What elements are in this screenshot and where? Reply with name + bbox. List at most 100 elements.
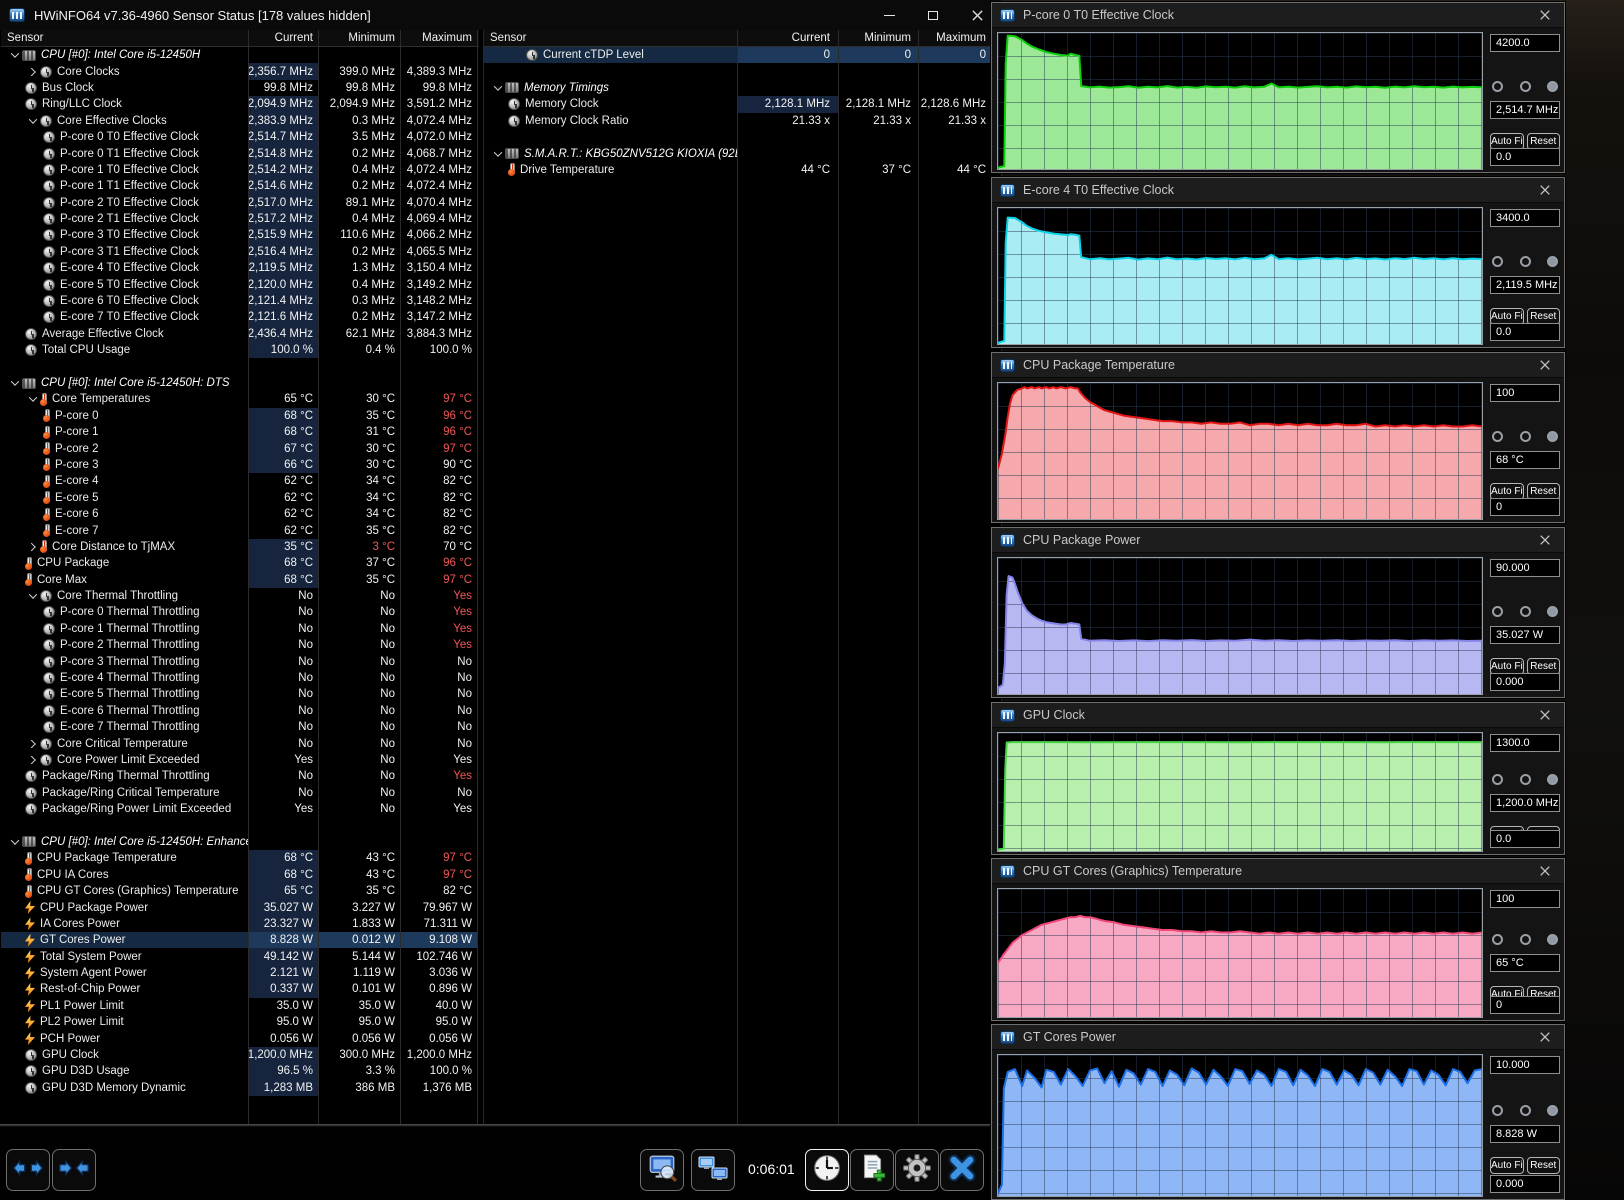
table-row[interactable]: Core Effective Clocks2,383.9 MHz0.3 MHz4…: [1, 113, 479, 129]
expander[interactable]: [490, 85, 505, 91]
scale-radio[interactable]: [1520, 774, 1531, 785]
scale-max-value[interactable]: 100: [1490, 890, 1560, 908]
column-header-current[interactable]: Current: [738, 30, 839, 46]
table-row[interactable]: P-core 1 Thermal ThrottlingNoNoYes: [1, 621, 479, 637]
table-row[interactable]: E-core 4 Thermal ThrottlingNoNoNo: [1, 670, 479, 686]
expander[interactable]: [25, 69, 40, 75]
arrows-outward-button[interactable]: [6, 1149, 50, 1191]
scale-radio-selected[interactable]: [1547, 256, 1558, 267]
column-header-maximum[interactable]: Maximum: [919, 30, 1002, 46]
table-row[interactable]: CPU IA Cores68 °C43 °C97 °C: [1, 867, 479, 883]
table-row[interactable]: E-core 5 T0 Effective Clock2,120.0 MHz0.…: [1, 276, 479, 292]
scale-radio-selected[interactable]: [1547, 1105, 1558, 1116]
scale-min-value[interactable]: 0: [1490, 996, 1560, 1014]
settings-button[interactable]: [895, 1149, 939, 1191]
scale-min-value[interactable]: 0.0: [1490, 323, 1560, 341]
graph-title-bar[interactable]: GPU Clock: [992, 703, 1564, 728]
table-row[interactable]: Average Effective Clock2,436.4 MHz62.1 M…: [1, 326, 479, 342]
table-row[interactable]: Core Power Limit ExceededYesNoYes: [1, 752, 479, 768]
table-row[interactable]: PL1 Power Limit35.0 W35.0 W40.0 W: [1, 998, 479, 1014]
clock-button[interactable]: [805, 1149, 849, 1191]
expander[interactable]: [25, 118, 40, 124]
table-row[interactable]: Core Clocks2,356.7 MHz399.0 MHz4,389.3 M…: [1, 63, 479, 79]
expander[interactable]: [25, 544, 40, 550]
table-row[interactable]: Ring/LLC Clock2,094.9 MHz2,094.9 MHz3,59…: [1, 96, 479, 112]
column-header-sensor[interactable]: Sensor: [484, 30, 738, 46]
auto-fit-button[interactable]: Auto Fit: [1490, 1157, 1524, 1174]
expander[interactable]: [7, 380, 22, 386]
table-row[interactable]: GPU Clock1,200.0 MHz300.0 MHz1,200.0 MHz: [1, 1047, 479, 1063]
table-row[interactable]: PCH Power0.056 W0.056 W0.056 W: [1, 1030, 479, 1046]
close-button[interactable]: [940, 1149, 984, 1191]
table-row[interactable]: Current cTDP Level000: [484, 47, 1001, 63]
group-row[interactable]: Memory Timings: [484, 80, 1001, 96]
scale-radio[interactable]: [1492, 1105, 1503, 1116]
table-row[interactable]: PL2 Power Limit95.0 W95.0 W95.0 W: [1, 1014, 479, 1030]
graph-title-bar[interactable]: CPU Package Power: [992, 528, 1564, 553]
group-row[interactable]: S.M.A.R.T.: KBG50ZNV512G KIOXIA (92B...: [484, 145, 1001, 161]
graph-title-bar[interactable]: GT Cores Power: [992, 1025, 1564, 1050]
table-row[interactable]: E-core 462 °C34 °C82 °C: [1, 473, 479, 489]
table-row[interactable]: E-core 762 °C35 °C82 °C: [1, 522, 479, 538]
table-row[interactable]: Core Distance to TjMAX35 °C3 °C70 °C: [1, 539, 479, 555]
table-row[interactable]: System Agent Power2.121 W1.119 W3.036 W: [1, 965, 479, 981]
table-row[interactable]: P-core 0 Thermal ThrottlingNoNoYes: [1, 604, 479, 620]
scale-min-value[interactable]: 0: [1490, 498, 1560, 516]
scale-radio[interactable]: [1492, 256, 1503, 267]
table-row[interactable]: Total System Power49.142 W5.144 W102.746…: [1, 948, 479, 964]
table-row[interactable]: P-core 3 T1 Effective Clock2,516.4 MHz0.…: [1, 244, 479, 260]
scale-min-value[interactable]: 0.0: [1490, 830, 1560, 848]
group-row[interactable]: CPU [#0]: Intel Core i5-12450H: [1, 47, 479, 63]
close-button[interactable]: [1530, 860, 1560, 882]
remote-monitoring-button[interactable]: [691, 1149, 735, 1191]
table-row[interactable]: E-core 662 °C34 °C82 °C: [1, 506, 479, 522]
scale-radio-selected[interactable]: [1547, 774, 1558, 785]
arrows-inward-button[interactable]: [52, 1149, 96, 1191]
scale-radio[interactable]: [1520, 934, 1531, 945]
graph-title-bar[interactable]: P-core 0 T0 Effective Clock: [992, 3, 1564, 28]
table-row[interactable]: E-core 6 Thermal ThrottlingNoNoNo: [1, 703, 479, 719]
scale-radio-selected[interactable]: [1547, 431, 1558, 442]
table-row[interactable]: P-core 2 Thermal ThrottlingNoNoYes: [1, 637, 479, 653]
table-row[interactable]: P-core 168 °C31 °C96 °C: [1, 424, 479, 440]
scale-radio[interactable]: [1520, 431, 1531, 442]
group-row[interactable]: CPU [#0]: Intel Core i5-12450H: DTS: [1, 375, 479, 391]
table-row[interactable]: Package/Ring Critical TemperatureNoNoNo: [1, 785, 479, 801]
close-button[interactable]: [1530, 179, 1560, 201]
column-header-minimum[interactable]: Minimum: [319, 30, 401, 46]
group-row[interactable]: CPU [#0]: Intel Core i5-12450H: Enhanced: [1, 834, 479, 850]
table-row[interactable]: CPU Package68 °C37 °C96 °C: [1, 555, 479, 571]
system-summary-button[interactable]: [640, 1149, 684, 1191]
expander[interactable]: [25, 757, 40, 763]
table-row[interactable]: P-core 267 °C30 °C97 °C: [1, 440, 479, 456]
scale-max-value[interactable]: 10.000: [1490, 1056, 1560, 1074]
table-row[interactable]: IA Cores Power23.327 W1.833 W71.311 W: [1, 916, 479, 932]
expander[interactable]: [25, 593, 40, 599]
table-row[interactable]: P-core 0 T0 Effective Clock2,514.7 MHz3.…: [1, 129, 479, 145]
scale-radio[interactable]: [1520, 256, 1531, 267]
close-button[interactable]: [1530, 704, 1560, 726]
table-row[interactable]: GPU D3D Memory Dynamic1,283 MB386 MB1,37…: [1, 1080, 479, 1096]
table-row[interactable]: CPU Package Power35.027 W3.227 W79.967 W: [1, 899, 479, 915]
close-button[interactable]: [1530, 1026, 1560, 1048]
scale-radio-selected[interactable]: [1547, 934, 1558, 945]
table-row[interactable]: P-core 0 T1 Effective Clock2,514.8 MHz0.…: [1, 145, 479, 161]
table-row[interactable]: Bus Clock99.8 MHz99.8 MHz99.8 MHz: [1, 80, 479, 96]
reset-button[interactable]: Reset: [1527, 1157, 1561, 1174]
table-row[interactable]: Core Max68 °C35 °C97 °C: [1, 572, 479, 588]
table-row[interactable]: Drive Temperature44 °C37 °C44 °C: [484, 162, 1001, 178]
table-row[interactable]: E-core 562 °C34 °C82 °C: [1, 490, 479, 506]
graph-title-bar[interactable]: CPU Package Temperature: [992, 353, 1564, 378]
table-row[interactable]: E-core 7 T0 Effective Clock2,121.6 MHz0.…: [1, 309, 479, 325]
scale-radio[interactable]: [1520, 1105, 1531, 1116]
scale-max-value[interactable]: 3400.0: [1490, 209, 1560, 227]
table-row[interactable]: P-core 366 °C30 °C90 °C: [1, 457, 479, 473]
table-row[interactable]: CPU Package Temperature68 °C43 °C97 °C: [1, 850, 479, 866]
scale-min-value[interactable]: 0.000: [1490, 1175, 1560, 1193]
maximize-button[interactable]: [911, 0, 955, 30]
table-row[interactable]: Rest-of-Chip Power0.337 W0.101 W0.896 W: [1, 981, 479, 997]
table-row[interactable]: Memory Clock Ratio21.33 x21.33 x21.33 x: [484, 113, 1001, 129]
scale-radio[interactable]: [1492, 934, 1503, 945]
scale-radio[interactable]: [1492, 774, 1503, 785]
table-row[interactable]: Core Critical TemperatureNoNoNo: [1, 735, 479, 751]
